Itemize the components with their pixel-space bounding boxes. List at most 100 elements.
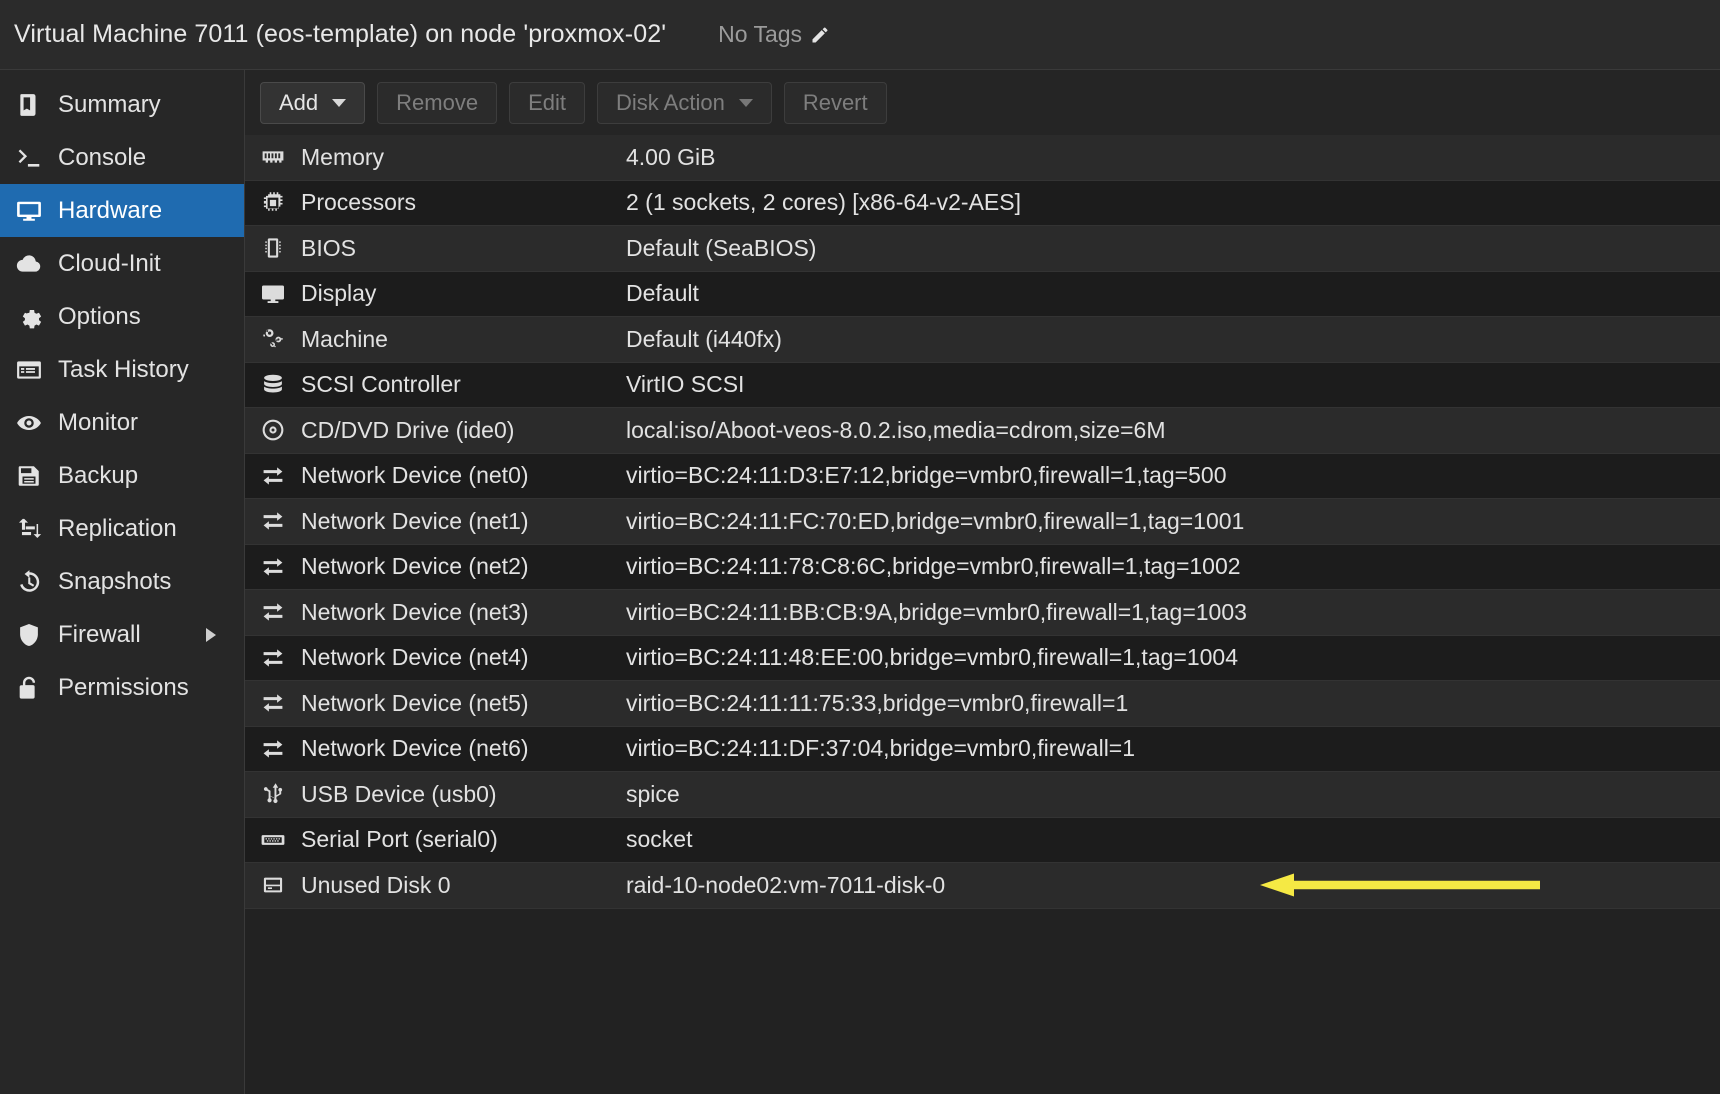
table-row[interactable]: BIOS Default (SeaBIOS) — [245, 226, 1720, 272]
sidebar-item-label: Summary — [58, 90, 161, 118]
sidebar-item-replication[interactable]: Replication — [0, 502, 244, 555]
sidebar-item-hardware[interactable]: Hardware — [0, 184, 244, 237]
hardware-value: raid-10-node02:vm-7011-disk-0 — [626, 871, 946, 898]
hardware-value: virtio=BC:24:11:BB:CB:9A,bridge=vmbr0,fi… — [626, 598, 1247, 625]
sidebar-item-cloud-init[interactable]: Cloud-Init — [0, 237, 244, 290]
page-body: Summary Console Hardware Cloud-Init Options T… — [0, 70, 1720, 1094]
disk-icon — [245, 873, 301, 897]
table-row[interactable]: Unused Disk 0 raid-10-node02:vm-7011-disk… — [245, 863, 1720, 909]
sidebar-item-permissions[interactable]: Permissions — [0, 661, 244, 714]
tags-control[interactable]: No Tags — [718, 21, 830, 48]
display-icon — [245, 282, 301, 306]
cpu-icon — [245, 191, 301, 215]
hardware-value: Default — [626, 280, 699, 307]
hardware-value: virtio=BC:24:11:11:75:33,bridge=vmbr0,fi… — [626, 689, 1129, 716]
hardware-key: BIOS — [301, 234, 356, 261]
sidebar-item-monitor[interactable]: Monitor — [0, 396, 244, 449]
machine-icon — [245, 327, 301, 351]
table-row[interactable]: SCSI Controller VirtIO SCSI — [245, 362, 1720, 408]
chevron-right-icon[interactable] — [206, 627, 216, 642]
chevron-down-icon — [738, 98, 753, 107]
table-row[interactable]: Network Device (net3) virtio=BC:24:11:BB:… — [245, 590, 1720, 636]
table-row[interactable]: Network Device (net0) virtio=BC:24:11:D3:… — [245, 453, 1720, 499]
hardware-value: Default (i440fx) — [626, 325, 782, 352]
hardware-key: Memory — [301, 143, 385, 170]
hardware-value: 4.00 GiB — [626, 143, 716, 170]
table-row[interactable]: CD/DVD Drive (ide0) local:iso/Aboot-veos-… — [245, 408, 1720, 454]
table-row[interactable]: Network Device (net6) virtio=BC:24:11:DF:… — [245, 726, 1720, 772]
network-icon — [245, 737, 301, 761]
sidebar-item-console[interactable]: Console — [0, 131, 244, 184]
sidebar-item-label: Backup — [58, 461, 139, 489]
shield-icon — [14, 620, 44, 650]
list-icon — [14, 355, 44, 385]
table-row[interactable]: Network Device (net1) virtio=BC:24:11:FC:… — [245, 499, 1720, 545]
sidebar-item-label: Cloud-Init — [58, 249, 161, 277]
hardware-value: virtio=BC:24:11:DF:37:04,bridge=vmbr0,fi… — [626, 735, 1136, 762]
network-icon — [245, 509, 301, 533]
disk-action-button: Disk Action — [597, 81, 772, 124]
pencil-icon[interactable] — [810, 25, 830, 45]
table-empty-space — [245, 908, 1720, 1094]
page-title: Virtual Machine 7011 (eos-template) on n… — [14, 20, 667, 48]
remove-button: Remove — [377, 81, 498, 124]
sidebar-item-firewall[interactable]: Firewall — [0, 608, 244, 661]
cloud-icon — [14, 249, 44, 279]
hardware-value: 2 (1 sockets, 2 cores) [x86-64-v2-AES] — [626, 189, 1021, 216]
table-row[interactable]: Machine Default (i440fx) — [245, 317, 1720, 363]
hardware-key: Machine — [301, 325, 388, 352]
terminal-icon — [14, 143, 44, 173]
monitor-icon — [14, 196, 44, 226]
edit-button: Edit — [509, 81, 585, 124]
hardware-key: Serial Port (serial0) — [301, 826, 498, 853]
table-row[interactable]: Serial Port (serial0) socket — [245, 817, 1720, 863]
unlock-icon — [14, 673, 44, 703]
memory-icon — [245, 145, 301, 169]
network-icon — [245, 464, 301, 488]
tags-label: No Tags — [718, 21, 803, 47]
sidebar-item-task-history[interactable]: Task History — [0, 343, 244, 396]
serial-icon — [245, 828, 301, 852]
sidebar-nav: Summary Console Hardware Cloud-Init Options T… — [0, 70, 245, 1094]
hardware-key: SCSI Controller — [301, 371, 461, 398]
network-icon — [245, 600, 301, 624]
add-button[interactable]: Add — [260, 81, 366, 124]
table-row[interactable]: Network Device (net5) virtio=BC:24:11:11:… — [245, 681, 1720, 727]
network-icon — [245, 646, 301, 670]
sidebar-item-label: Monitor — [58, 408, 139, 436]
table-row[interactable]: USB Device (usb0) spice — [245, 772, 1720, 818]
sidebar-item-snapshots[interactable]: Snapshots — [0, 555, 244, 608]
database-icon — [245, 373, 301, 397]
edit-button-label: Edit — [528, 89, 566, 115]
hardware-value: socket — [626, 826, 693, 853]
hardware-key: Network Device (net6) — [301, 735, 529, 762]
sidebar-item-label: Permissions — [58, 673, 189, 701]
table-row[interactable]: Memory 4.00 GiB — [245, 135, 1720, 181]
sidebar-item-label: Task History — [58, 355, 189, 383]
proxmox-vm-hardware-page: Virtual Machine 7011 (eos-template) on n… — [0, 0, 1720, 1094]
table-row[interactable]: Display Default — [245, 271, 1720, 317]
bios-icon — [245, 236, 301, 260]
sidebar-item-options[interactable]: Options — [0, 290, 244, 343]
main-panel: Add Remove Edit Disk Action Revert Memory 4.0… — [245, 70, 1720, 1094]
hardware-key: CD/DVD Drive (ide0) — [301, 416, 515, 443]
table-row[interactable]: Network Device (net4) virtio=BC:24:11:48:… — [245, 635, 1720, 681]
page-header: Virtual Machine 7011 (eos-template) on n… — [0, 0, 1720, 70]
hardware-key: Network Device (net4) — [301, 644, 529, 671]
chevron-down-icon — [332, 98, 347, 107]
network-icon — [245, 691, 301, 715]
table-row[interactable]: Network Device (net2) virtio=BC:24:11:78:… — [245, 544, 1720, 590]
sidebar-item-backup[interactable]: Backup — [0, 449, 244, 502]
hardware-key: Network Device (net0) — [301, 462, 529, 489]
gear-icon — [14, 302, 44, 332]
sidebar-item-summary[interactable]: Summary — [0, 78, 244, 131]
table-row[interactable]: Processors 2 (1 sockets, 2 cores) [x86-64… — [245, 180, 1720, 226]
hardware-value: virtio=BC:24:11:FC:70:ED,bridge=vmbr0,fi… — [626, 507, 1245, 534]
hardware-key: Network Device (net1) — [301, 507, 529, 534]
hardware-toolbar: Add Remove Edit Disk Action Revert — [245, 70, 1720, 135]
replication-icon — [14, 514, 44, 544]
cd-icon — [245, 418, 301, 442]
add-button-label: Add — [279, 89, 319, 115]
network-icon — [245, 555, 301, 579]
hardware-value: VirtIO SCSI — [626, 371, 745, 398]
